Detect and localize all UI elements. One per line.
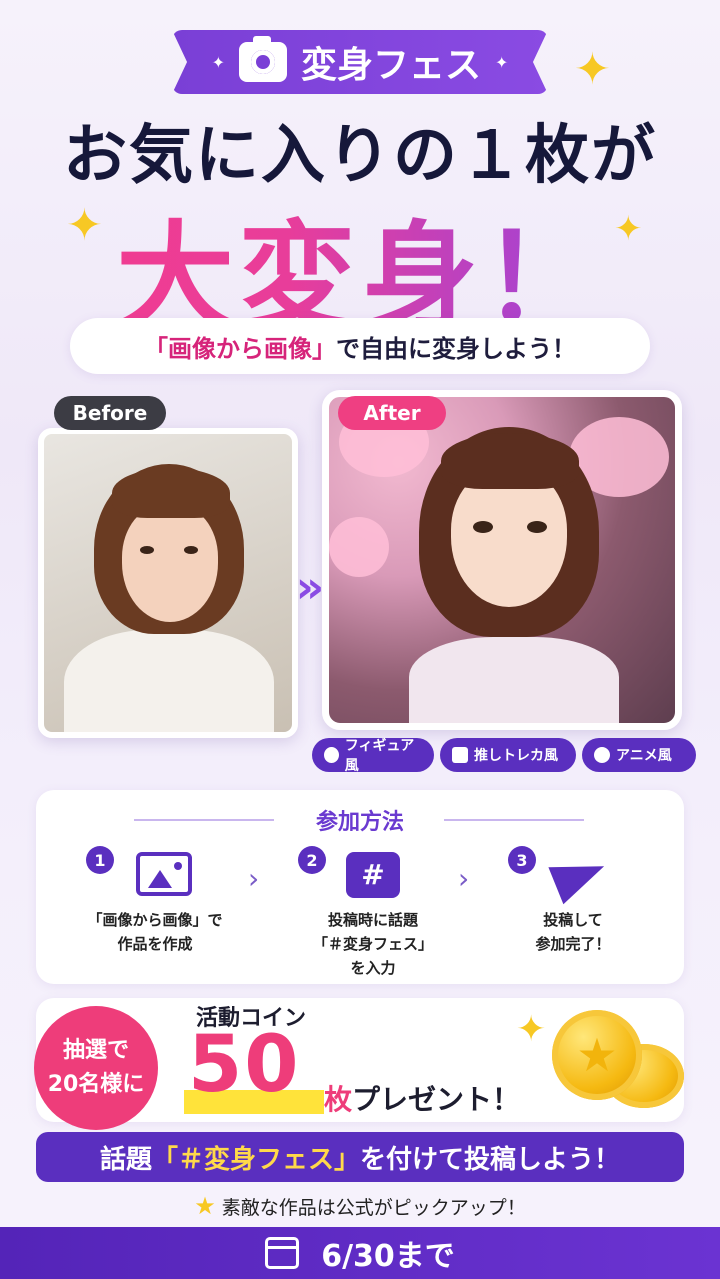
lottery-badge: 抽選で 20名様に — [34, 1006, 158, 1130]
step-text: 「画像から画像」で 作品を作成 — [87, 911, 223, 953]
subtitle-pill: 「画像から画像」 で自由に変身しよう！ — [70, 318, 650, 374]
present-text: 枚プレゼント！ — [324, 1078, 520, 1118]
cta-hashtag: 「＃変身フェス」 — [151, 1144, 360, 1175]
double-chevron-icon: » — [295, 562, 325, 613]
calendar-icon — [265, 1237, 300, 1269]
deadline-footer: 6/30まで — [0, 1227, 720, 1279]
chevron-right-icon: › — [248, 862, 260, 895]
style-chip-label: 推しトレカ風 — [474, 748, 558, 764]
coin-icon: ★ — [552, 1010, 642, 1100]
before-photo — [38, 428, 298, 738]
deadline-text: 6/30まで — [321, 1239, 455, 1274]
steps-title: 参加方法 — [315, 810, 404, 835]
cta-prefix: 話題 — [99, 1144, 152, 1175]
chevron-right-icon: › — [458, 862, 470, 895]
pickup-text: 素敵な作品は公式がピックアップ！ — [221, 1197, 526, 1219]
figure-icon — [324, 747, 339, 763]
style-chip-figure: フィギュア風 — [312, 738, 434, 774]
after-photo — [322, 390, 682, 730]
before-tag: Before — [54, 396, 166, 430]
style-chip-card: 推しトレカ風 — [440, 738, 576, 772]
palette-icon — [594, 747, 610, 763]
step-number: 3 — [508, 846, 536, 874]
style-chip-label: フィギュア風 — [344, 738, 415, 774]
cta-banner: 話題 「＃変身フェス」 を付けて投稿しよう！ — [36, 1132, 684, 1182]
lottery-line1: 抽選で — [62, 1038, 129, 1063]
step-text: 投稿時に話題 「＃変身フェス」 を入力 — [312, 911, 433, 977]
step-number: 2 — [298, 846, 326, 874]
style-chip-anime: アニメ風 — [582, 738, 696, 772]
lottery-line2: 20名様に — [47, 1072, 145, 1097]
hashtag-icon: # — [346, 852, 400, 898]
event-badge-label: 変身フェス — [300, 45, 481, 86]
image-icon — [136, 852, 192, 896]
present-label: プレゼント！ — [352, 1083, 521, 1116]
step-text: 投稿して 参加完了！ — [535, 911, 611, 953]
card-icon — [452, 747, 468, 763]
star-icon: ★ — [194, 1192, 216, 1220]
sparkle-icon: ✦ — [574, 44, 611, 95]
style-chip-label: アニメ風 — [616, 748, 672, 764]
subtitle-rest: で自由に変身しよう！ — [336, 334, 576, 363]
after-tag: After — [338, 396, 446, 430]
coin-unit: 枚 — [324, 1083, 353, 1116]
event-badge: ✦ 変身フェス ✦ — [172, 30, 548, 94]
coin-amount: 50 — [188, 1020, 301, 1110]
sparkle-icon: ✦ — [516, 1009, 547, 1050]
pickup-note: ★ 素敵な作品は公式がピックアップ！ — [0, 1192, 720, 1220]
sparkle-icon: ✦ — [495, 52, 509, 72]
subtitle-quote: 「画像から画像」 — [144, 334, 336, 363]
camera-icon — [238, 36, 287, 82]
step-number: 1 — [86, 846, 114, 874]
cta-suffix: を付けて投稿しよう！ — [360, 1144, 621, 1175]
sparkle-icon: ✦ — [211, 52, 225, 72]
